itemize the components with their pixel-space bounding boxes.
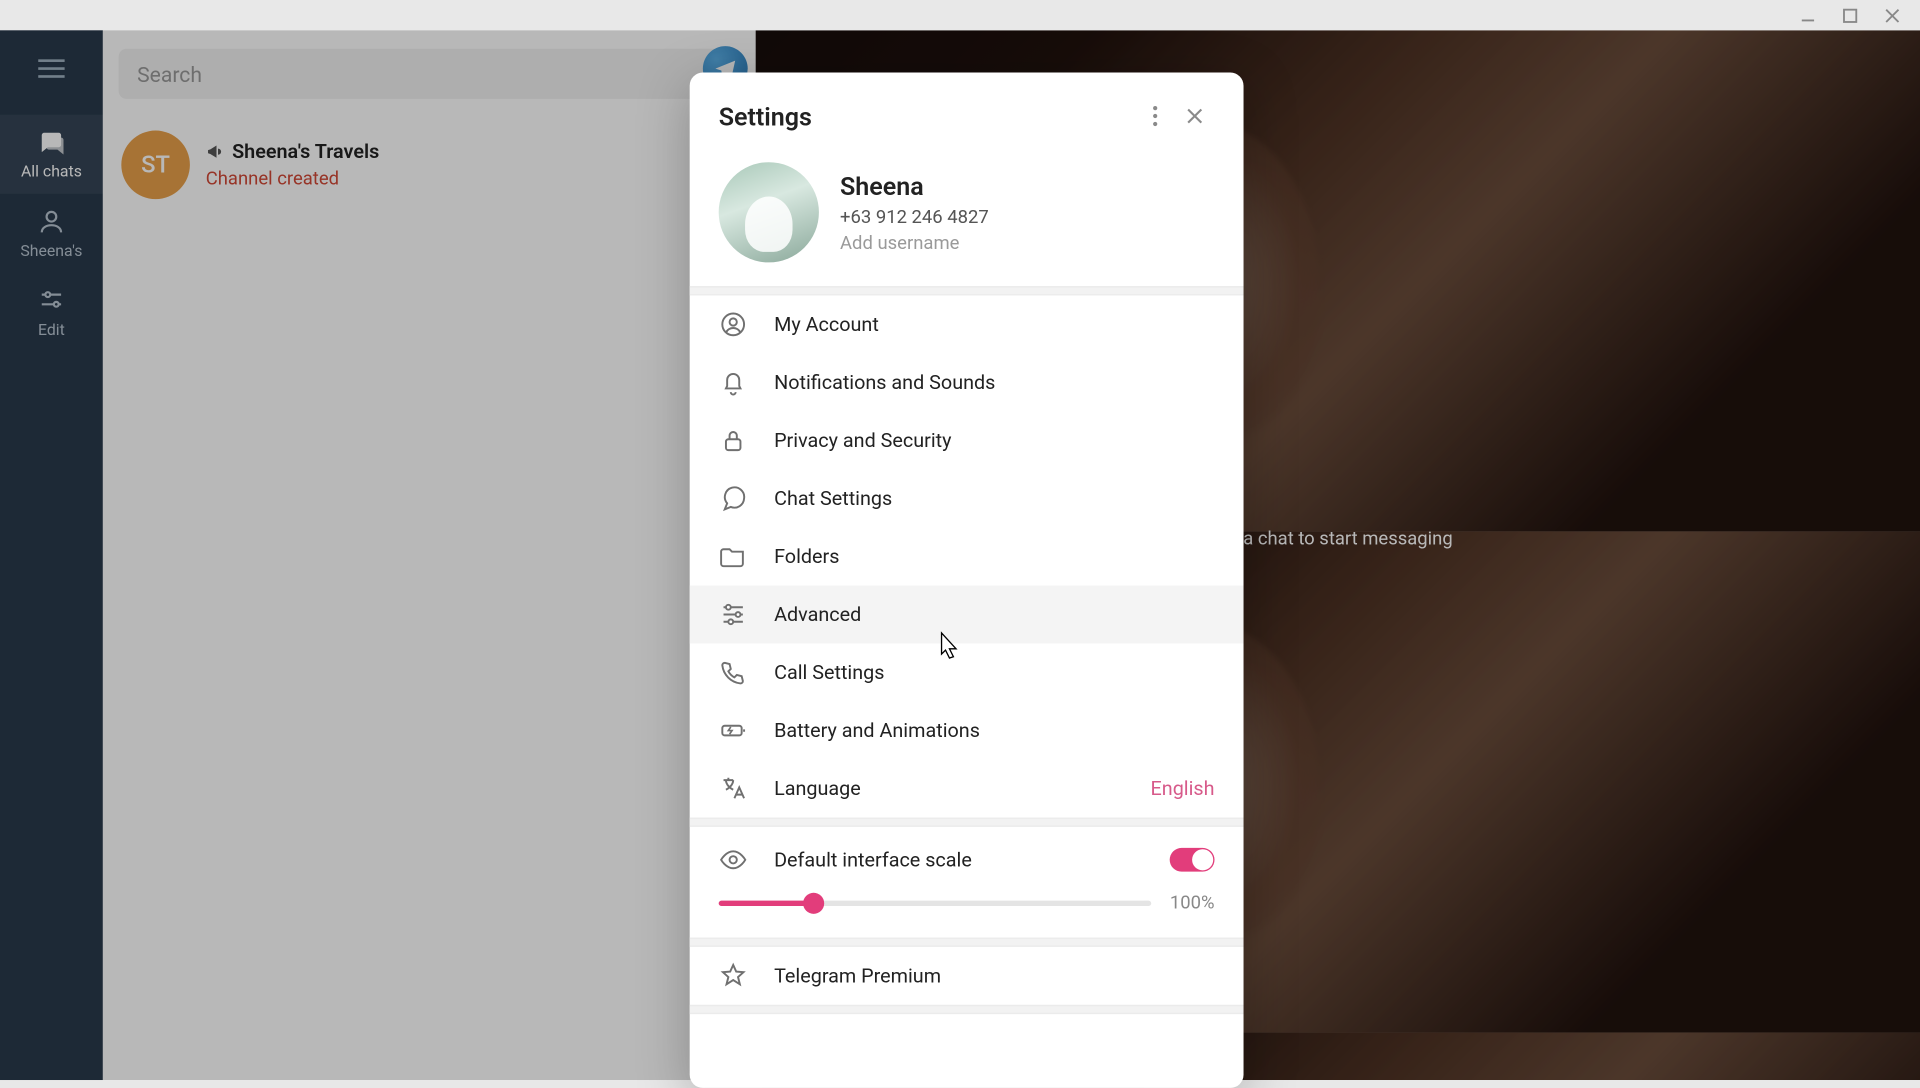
- menu-call-settings[interactable]: Call Settings: [690, 644, 1244, 702]
- scale-label: Default interface scale: [774, 848, 1143, 872]
- profile-name: Sheena: [840, 171, 989, 201]
- profile-avatar[interactable]: [719, 162, 819, 262]
- settings-modal: Settings Sheena +63 912 246 4827 Add use…: [690, 73, 1244, 1088]
- sidebar-tab-all-chats[interactable]: All chats: [0, 115, 103, 194]
- menu-label: My Account: [774, 313, 879, 337]
- menu-label: Folders: [774, 545, 839, 569]
- chat-list-item[interactable]: ST Sheena's Travels Channel created 9: [103, 117, 756, 212]
- menu-label: Telegram Premium: [774, 964, 941, 988]
- battery-icon: [719, 716, 748, 745]
- sidebar-tab-edit[interactable]: Edit: [0, 273, 103, 352]
- sidebar-tab-label: Sheena's: [20, 241, 82, 259]
- more-button[interactable]: [1135, 96, 1175, 136]
- eye-icon: [719, 845, 748, 874]
- menu-my-account[interactable]: My Account: [690, 295, 1244, 353]
- left-sidebar: All chats Sheena's Edit: [0, 30, 103, 1080]
- chat-subtitle: Channel created: [206, 169, 380, 190]
- lock-icon: [719, 426, 748, 455]
- close-icon: [1186, 107, 1204, 125]
- menu-button[interactable]: [25, 49, 78, 89]
- maximize-button[interactable]: [1841, 6, 1859, 24]
- menu-advanced[interactable]: Advanced: [690, 586, 1244, 644]
- scale-value: 100%: [1170, 893, 1215, 914]
- close-button[interactable]: [1175, 96, 1215, 136]
- more-vertical-icon: [1153, 105, 1158, 126]
- menu-label: Privacy and Security: [774, 429, 951, 453]
- user-icon: [37, 207, 66, 236]
- sliders-icon: [37, 286, 66, 315]
- mouse-cursor: [934, 630, 960, 664]
- scale-toggle[interactable]: [1170, 848, 1215, 872]
- profile-phone: +63 912 246 4827: [840, 206, 989, 227]
- bell-icon: [719, 368, 748, 397]
- slider-knob[interactable]: [803, 893, 824, 914]
- chat-name: Sheena's Travels: [206, 140, 380, 164]
- megaphone-icon: [206, 142, 224, 160]
- settings-title: Settings: [719, 101, 1136, 131]
- menu-battery[interactable]: Battery and Animations: [690, 702, 1244, 760]
- phone-icon: [719, 658, 748, 687]
- menu-chat-settings[interactable]: Chat Settings: [690, 469, 1244, 527]
- menu-privacy[interactable]: Privacy and Security: [690, 411, 1244, 469]
- menu-label: Advanced: [774, 603, 861, 627]
- star-icon: [719, 961, 748, 990]
- menu-label: Chat Settings: [774, 487, 892, 511]
- sidebar-tab-label: All chats: [21, 162, 82, 180]
- menu-folders[interactable]: Folders: [690, 527, 1244, 585]
- menu-label: Notifications and Sounds: [774, 371, 995, 395]
- window-titlebar: [0, 0, 1920, 30]
- language-icon: [719, 774, 748, 803]
- search-placeholder: Search: [137, 61, 202, 86]
- scale-slider[interactable]: [719, 901, 1152, 906]
- empty-chat-hint: ct a chat to start messaging: [1223, 529, 1453, 550]
- menu-premium[interactable]: Telegram Premium: [690, 947, 1244, 1005]
- close-window-button[interactable]: [1883, 6, 1901, 24]
- menu-notifications[interactable]: Notifications and Sounds: [690, 353, 1244, 411]
- user-circle-icon: [719, 310, 748, 339]
- menu-label: Language: [774, 777, 861, 801]
- language-value: English: [1151, 777, 1215, 801]
- scale-row: Default interface scale: [690, 827, 1244, 880]
- chat-list-column: Search ST Sheena's Travels Channel creat…: [103, 30, 756, 1080]
- menu-label: Call Settings: [774, 661, 884, 685]
- sidebar-tab-label: Edit: [38, 320, 65, 338]
- chat-icon: [37, 128, 66, 157]
- folder-icon: [719, 542, 748, 571]
- minimize-button[interactable]: [1799, 6, 1817, 24]
- sidebar-tab-sheenas[interactable]: Sheena's: [0, 194, 103, 273]
- profile-header[interactable]: Sheena +63 912 246 4827 Add username: [690, 154, 1244, 286]
- chat-bubble-icon: [719, 484, 748, 513]
- chat-avatar: ST: [121, 131, 190, 200]
- settings-sliders-icon: [719, 600, 748, 629]
- menu-language[interactable]: Language English: [690, 760, 1244, 818]
- search-input[interactable]: Search: [119, 49, 740, 99]
- menu-label: Battery and Animations: [774, 719, 980, 743]
- profile-username-hint[interactable]: Add username: [840, 233, 989, 254]
